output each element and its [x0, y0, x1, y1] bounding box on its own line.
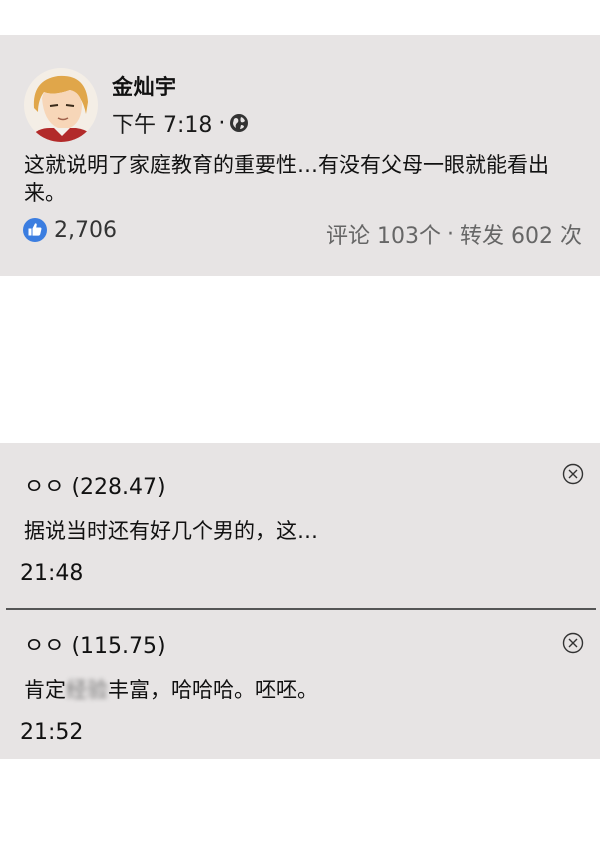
comment-item: ㅇㅇ (228.47) 据说当时还有好几个男的，这… 21:48: [0, 443, 600, 607]
comment-text: 肯定经验丰富，哈哈哈。呸呸。: [24, 674, 318, 704]
post-card: 金灿宇 下午 7:18 · 这就说明了家庭教育的重要性…有没有父母一眼就能看出来…: [0, 35, 600, 276]
comment-list: ㅇㅇ (228.47) 据说当时还有好几个男的，这… 21:48 ㅇㅇ (115…: [0, 443, 600, 759]
avatar[interactable]: [24, 68, 98, 142]
globe-icon: [229, 113, 249, 133]
comment-time: 21:48: [20, 561, 84, 586]
comment-author[interactable]: ㅇㅇ (115.75): [24, 628, 166, 660]
comment-time: 21:52: [20, 720, 84, 745]
shares-count-link[interactable]: 转发 602 次: [460, 218, 582, 250]
comments-count-link[interactable]: 评论 103个: [326, 218, 441, 250]
comment-author[interactable]: ㅇㅇ (228.47): [24, 469, 166, 501]
comment-text: 据说当时还有好几个男的，这…: [24, 519, 318, 543]
close-icon[interactable]: [562, 463, 584, 485]
blurred-word: 经验: [66, 678, 108, 702]
author-name[interactable]: 金灿宇: [112, 71, 177, 101]
post-time[interactable]: 下午 7:18: [112, 107, 212, 139]
stats-separator: ·: [447, 221, 455, 247]
post-stats: 评论 103个 · 转发 602 次: [326, 218, 582, 250]
like-icon: [22, 217, 48, 243]
post-meta: 下午 7:18 ·: [112, 107, 249, 139]
comment-text-start: 肯定: [24, 678, 66, 702]
meta-separator: ·: [218, 110, 226, 136]
close-icon[interactable]: [562, 632, 584, 654]
reactions[interactable]: 2,706: [22, 217, 117, 243]
comment-item: ㅇㅇ (115.75) 肯定经验丰富，哈哈哈。呸呸。 21:52: [0, 608, 600, 759]
like-count: 2,706: [54, 217, 117, 243]
comment-text-end: 丰富，哈哈哈。呸呸。: [108, 678, 318, 702]
post-text: 这就说明了家庭教育的重要性…有没有父母一眼就能看出来。: [24, 153, 549, 205]
